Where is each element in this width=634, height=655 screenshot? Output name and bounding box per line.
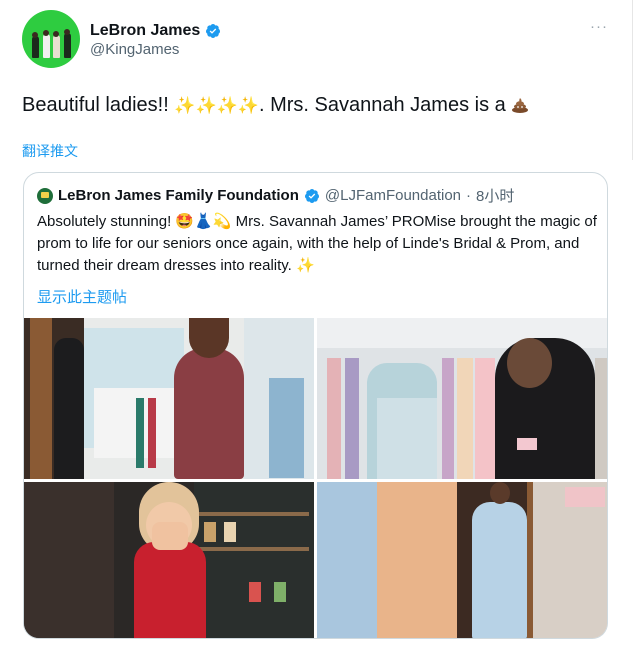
avatar-figure-head	[53, 31, 59, 37]
quoted-tweet-text: Absolutely stunning! 🤩👗💫 Mrs. Savannah J…	[37, 213, 597, 274]
avatar-figure-head	[43, 30, 49, 36]
quoted-tweet-header: LeBron James Family Foundation @LJFamFou…	[37, 185, 514, 206]
handle[interactable]: @KingJames	[90, 41, 179, 58]
avatar[interactable]	[22, 10, 80, 68]
name-row: LeBron James	[90, 22, 221, 40]
photo-1[interactable]	[24, 318, 314, 479]
avatar-figure-head	[64, 29, 70, 35]
quoted-timestamp[interactable]: 8小时	[476, 185, 514, 206]
show-thread-link[interactable]: 显示此主题帖	[37, 286, 127, 307]
photo-3[interactable]	[24, 482, 314, 638]
tweet-text-part: Beautiful ladies!!	[22, 94, 175, 116]
photo-2[interactable]	[317, 318, 607, 479]
tweet-header: LeBron James @KingJames ···	[22, 10, 612, 70]
display-name[interactable]: LeBron James	[90, 22, 200, 40]
photo-4[interactable]	[317, 482, 607, 638]
avatar-figure	[64, 33, 71, 58]
separator-dot: ·	[466, 187, 472, 204]
more-icon[interactable]: ···	[590, 18, 608, 35]
verified-badge-icon	[206, 24, 221, 38]
poop-emoji-icon	[512, 98, 529, 113]
sparkles-emoji: ✨✨✨✨	[174, 96, 259, 115]
avatar-figure-head	[32, 32, 38, 38]
avatar-figure	[53, 35, 60, 58]
quoted-display-name[interactable]: LeBron James Family Foundation	[58, 187, 299, 204]
translate-tweet-link[interactable]: 翻译推文	[22, 141, 78, 161]
tweet-text: Beautiful ladies!! ✨✨✨✨. Mrs. Savannah J…	[22, 94, 529, 117]
photo-grid	[24, 318, 607, 638]
timeline-border	[632, 0, 633, 160]
quoted-tweet[interactable]: LeBron James Family Foundation @LJFamFou…	[23, 172, 608, 639]
avatar-figure	[43, 34, 50, 58]
quoted-avatar[interactable]	[37, 187, 53, 204]
quoted-handle: @LJFamFoundation	[324, 187, 462, 204]
tweet-text-part: . Mrs. Savannah James is a	[259, 94, 512, 116]
verified-badge-icon	[304, 188, 319, 203]
avatar-figure	[32, 36, 39, 58]
